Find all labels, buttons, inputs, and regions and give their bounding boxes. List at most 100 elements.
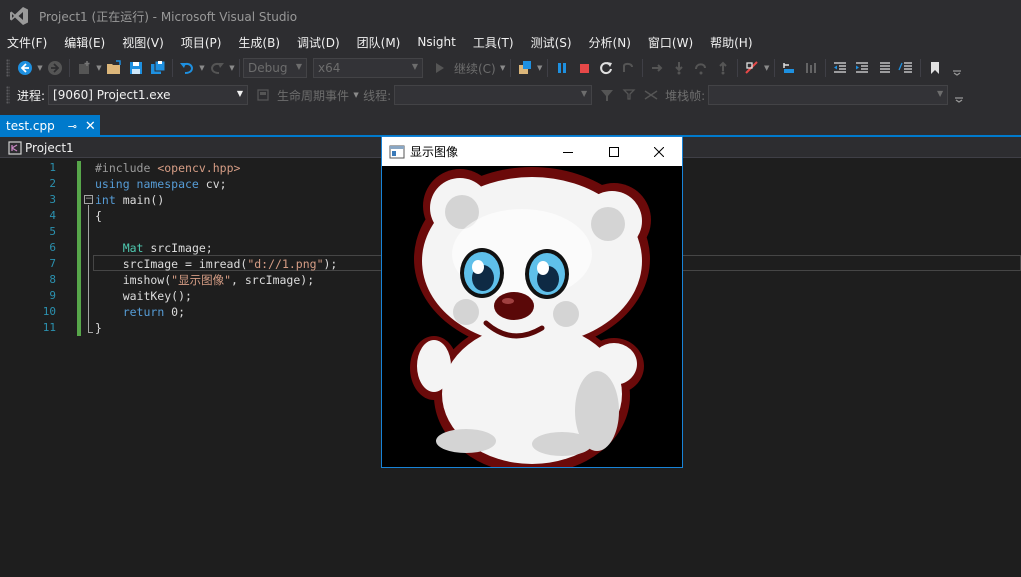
step-over-arrow-icon[interactable] [646,57,668,79]
line-number: 4 [49,209,56,222]
menu-test[interactable]: 测试(S) [524,34,582,51]
line-number: 9 [49,289,56,302]
toolbar-separator [239,59,240,77]
filter-icon[interactable] [596,84,618,106]
window-app-icon [389,145,405,158]
menu-team[interactable]: 团队(M) [350,34,411,51]
menu-edit[interactable]: 编辑(E) [57,34,115,51]
platform-select[interactable]: x64 ▼ [313,58,423,78]
minimize-icon [563,151,573,153]
comment-lines-icon[interactable] [873,57,895,79]
line-number: 3 [49,193,56,206]
code-line: #include <opencv.hpp> [95,161,241,175]
thread-select[interactable]: ▼ [394,85,593,105]
indent-icon[interactable] [851,57,873,79]
process-select[interactable]: [9060] Project1.exe ▼ [48,85,249,105]
redo-icon[interactable] [206,57,228,79]
chevron-down-icon: ▼ [411,62,418,71]
code-line: { [95,209,102,223]
line-number: 8 [49,273,56,286]
outdent-icon[interactable] [829,57,851,79]
continue-play-icon[interactable] [429,57,451,79]
show-external-code-icon[interactable] [640,84,662,106]
standard-toolbar: ▼ ▼ ▼ ▼ Debug ▼ x64 ▼ 继续(C) ▼ ▼ ▼ [0,55,1021,81]
pause-icon[interactable] [551,57,573,79]
exceptions-dropdown-icon[interactable]: ▼ [763,57,771,79]
menu-view[interactable]: 视图(V) [115,34,174,51]
image-window-title-bar[interactable]: 显示图像 [382,137,682,166]
back-dropdown-icon[interactable]: ▼ [36,57,44,79]
toolbar-separator [824,59,826,77]
menu-build[interactable]: 生成(B) [231,34,290,51]
menu-project[interactable]: 项目(P) [174,34,232,51]
lifecycle-dropdown-icon[interactable]: ▼ [352,84,360,106]
step-into-icon[interactable] [668,57,690,79]
continue-dropdown-icon[interactable]: ▼ [499,57,507,79]
exceptions-icon[interactable] [741,57,763,79]
close-button[interactable] [636,137,682,166]
minimize-button[interactable] [545,137,591,166]
toolbar-overflow-icon[interactable] [948,84,970,106]
save-all-icon[interactable] [147,57,169,79]
step-over-icon[interactable] [690,57,712,79]
hex-display-icon[interactable] [778,57,800,79]
menu-help[interactable]: 帮助(H) [703,34,762,51]
line-number: 1 [49,161,56,174]
menu-debug[interactable]: 调试(D) [290,34,350,51]
restart-icon[interactable] [595,57,617,79]
menu-window[interactable]: 窗口(W) [641,34,703,51]
line-number: 11 [42,321,56,334]
fold-guide [88,205,89,333]
new-project-icon[interactable] [73,57,95,79]
maximize-button[interactable] [591,137,637,166]
image-canvas [382,166,682,467]
lifecycle-events-icon[interactable] [252,84,274,106]
menu-file[interactable]: 文件(F) [0,34,57,51]
attach-process-icon[interactable] [514,57,536,79]
open-folder-icon[interactable] [103,57,125,79]
close-icon[interactable]: ✕ [85,119,96,134]
step-out-icon[interactable] [712,57,734,79]
polar-bear-cartoon-image [410,167,651,467]
toolbar-separator [773,59,775,77]
navigate-back-icon[interactable] [14,57,36,79]
uncomment-lines-icon[interactable] [895,57,917,79]
configuration-select[interactable]: Debug ▼ [243,58,307,78]
menu-nsight[interactable]: Nsight [410,35,466,49]
navigate-forward-icon[interactable] [44,57,66,79]
process-value: [9060] Project1.exe [53,88,171,102]
stop-icon[interactable] [573,57,595,79]
save-icon[interactable] [125,57,147,79]
toolbar-grip[interactable] [6,86,10,104]
collapse-icon[interactable]: − [84,195,93,204]
toolbar-separator [736,59,738,77]
bookmark-icon[interactable] [924,57,946,79]
threads-icon[interactable] [800,57,822,79]
tab-test-cpp[interactable]: test.cpp ⊸ ✕ [0,115,100,137]
new-dropdown-icon[interactable]: ▼ [95,57,103,79]
code-line: using namespace cv; [95,177,227,191]
image-window[interactable]: 显示图像 [381,136,683,468]
process-label: 进程: [17,88,46,103]
project-dropdown[interactable]: Project1 [25,141,74,155]
window-title: Project1 (正在运行) - Microsoft Visual Studi… [39,9,298,24]
menu-tools[interactable]: 工具(T) [466,34,524,51]
toolbar-grip[interactable] [6,59,10,77]
flag-threads-icon[interactable] [618,84,640,106]
code-text[interactable]: #include <opencv.hpp> using namespace cv… [95,160,337,336]
attach-dropdown-icon[interactable]: ▼ [536,57,544,79]
continue-button[interactable]: 继续(C) [451,60,499,77]
cpp-project-icon [8,141,22,155]
line-number: 5 [49,225,56,238]
menu-analyze[interactable]: 分析(N) [582,34,641,51]
pin-icon[interactable]: ⊸ [68,120,77,133]
undo-icon[interactable] [176,57,198,79]
stack-frame-select[interactable]: ▼ [708,85,949,105]
toolbar-overflow-icon[interactable] [946,57,968,79]
code-line: int main() [95,193,165,207]
show-next-statement-icon[interactable] [617,57,639,79]
change-tracking-bar [77,161,81,336]
lifecycle-events-button[interactable]: 生命周期事件 [274,87,352,104]
redo-dropdown-icon[interactable]: ▼ [228,57,236,79]
undo-dropdown-icon[interactable]: ▼ [198,57,206,79]
